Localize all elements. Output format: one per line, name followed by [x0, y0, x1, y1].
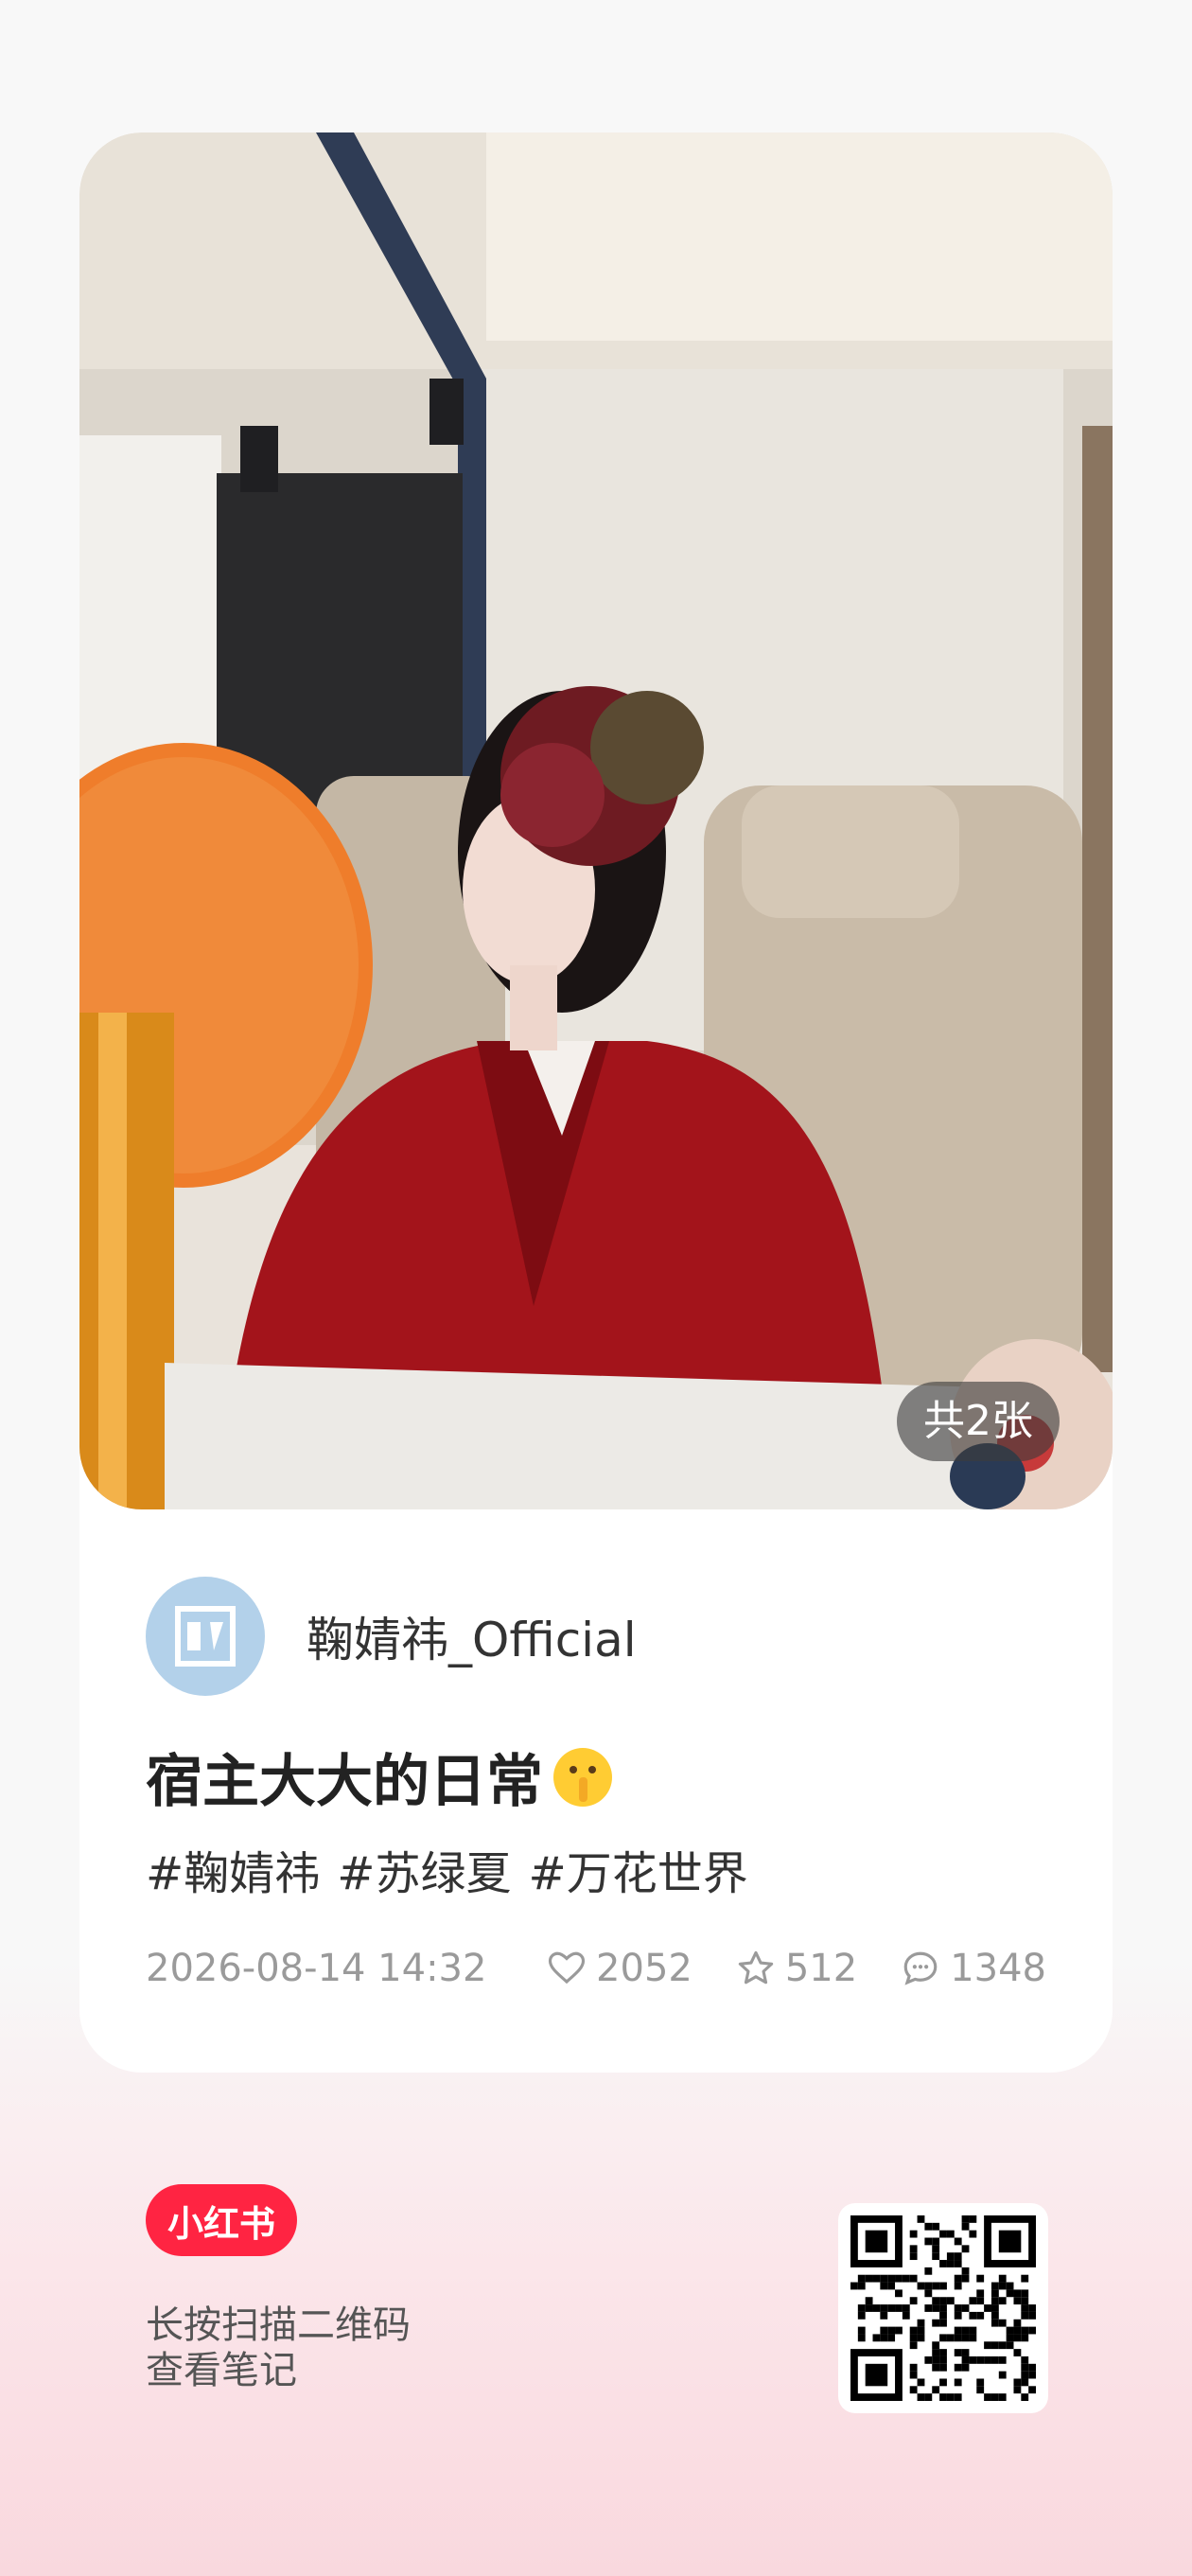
- author-avatar[interactable]: [146, 1577, 265, 1696]
- image-count-badge: 共2张: [897, 1382, 1060, 1461]
- star-icon: [738, 1950, 774, 1985]
- comments-stat[interactable]: 1348: [901, 1947, 1046, 1990]
- shushing-face-emoji-icon: [553, 1747, 612, 1807]
- post-meta-row: 2026-08-14 14:32 2052 512 1348: [146, 1942, 1046, 1995]
- tag-item[interactable]: #鞠婧祎: [146, 1836, 320, 1902]
- avatar-logo-icon: [175, 1606, 236, 1667]
- tag-item[interactable]: #万花世界: [528, 1836, 747, 1902]
- note-card[interactable]: 共2张 鞠婧祎_Official 宿主大大的日常 #鞠婧祎 #苏绿夏 #万花世界: [79, 132, 1113, 2073]
- tag-list: #鞠婧祎 #苏绿夏 #万花世界: [146, 1836, 748, 1902]
- comments-count: 1348: [950, 1947, 1046, 1990]
- comment-icon: [903, 1951, 938, 1985]
- scan-instruction-line2: 查看笔记: [146, 2349, 297, 2392]
- xiaohongshu-logo: 小红书: [146, 2184, 297, 2256]
- qr-code-pattern: [850, 2215, 1036, 2401]
- author-name[interactable]: 鞠婧祎_Official: [307, 1602, 637, 1670]
- qr-code[interactable]: [838, 2203, 1048, 2413]
- photo-illustration: [79, 132, 1113, 1509]
- post-title-text: 宿主大大的日常: [146, 1749, 543, 1815]
- post-title: 宿主大大的日常: [146, 1736, 615, 1818]
- post-date: 2026-08-14 14:32: [146, 1947, 487, 1990]
- heart-icon: [548, 1951, 586, 1985]
- tag-item[interactable]: #苏绿夏: [337, 1836, 511, 1902]
- favorites-count: 512: [784, 1947, 858, 1990]
- likes-count: 2052: [596, 1947, 692, 1990]
- author-row[interactable]: 鞠婧祎_Official: [146, 1577, 637, 1696]
- favorites-stat[interactable]: 512: [736, 1947, 857, 1990]
- cover-photo[interactable]: 共2张: [79, 132, 1113, 1509]
- likes-stat[interactable]: 2052: [547, 1947, 692, 1990]
